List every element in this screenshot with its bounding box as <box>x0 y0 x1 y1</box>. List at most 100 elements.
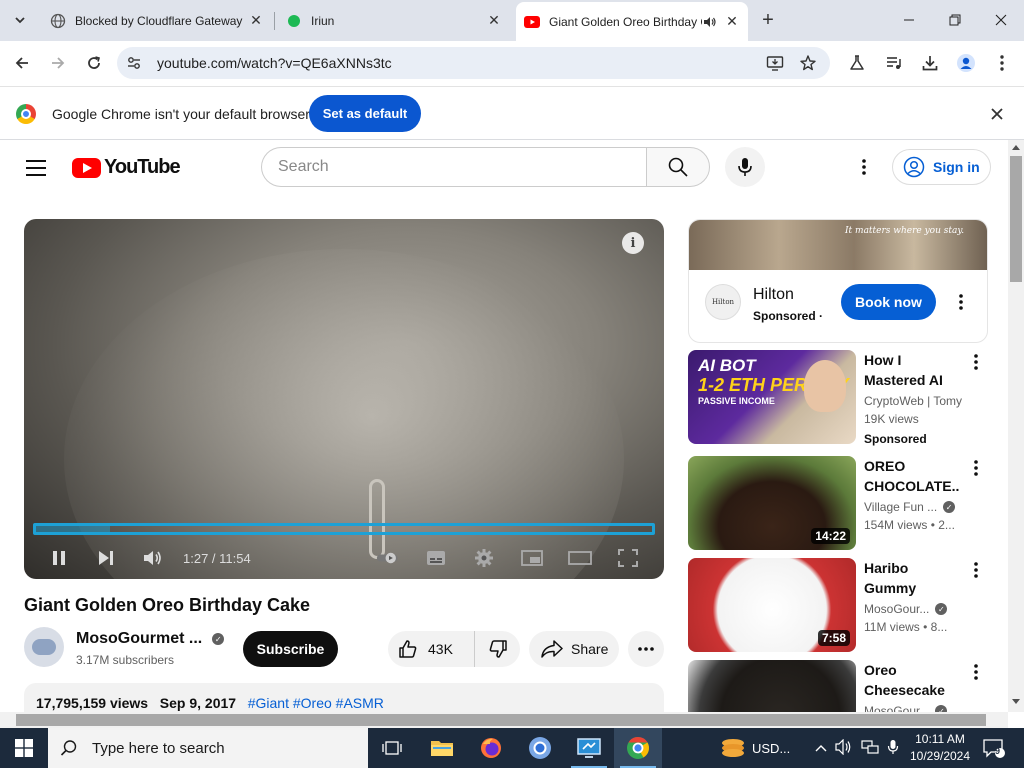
channel-text: CryptoWeb | Tomy <box>864 394 963 408</box>
recommendation-item[interactable]: 14:22 OREO CHOCOLATE... Village Fun ... ✓… <box>688 456 988 550</box>
fullscreen-button[interactable] <box>615 545 641 571</box>
labs-flask-icon[interactable] <box>843 49 871 77</box>
more-actions-button[interactable] <box>628 631 664 667</box>
recommendation-channel: MosoGour... ✓ <box>864 602 948 616</box>
tab-cloudflare[interactable]: Blocked by Cloudflare Gateway ✕ <box>44 4 272 37</box>
video-thumbnail[interactable]: 7:58 <box>688 558 856 652</box>
vertical-scrollbar[interactable] <box>1008 140 1024 712</box>
dislike-button[interactable] <box>474 631 520 667</box>
profile-avatar-icon[interactable] <box>952 49 980 77</box>
recommendation-item[interactable]: AI BOT 1-2 ETH PER DAY PASSIVE INCOME Ho… <box>688 350 988 446</box>
recommendation-menu-button[interactable] <box>968 352 984 372</box>
recommendation-menu-button[interactable] <box>968 458 984 478</box>
recommendation-title[interactable]: Haribo Gummy Imitation Fruit... <box>864 558 960 598</box>
forward-button[interactable] <box>44 49 72 77</box>
mute-button[interactable] <box>140 545 166 571</box>
firefox-button[interactable] <box>467 728 515 768</box>
subscribe-button[interactable]: Subscribe <box>243 631 338 667</box>
settings-button[interactable] <box>471 545 497 571</box>
tab-iriun[interactable]: Iriun ✕ <box>280 4 510 37</box>
video-thumbnail[interactable]: 14:22 <box>688 456 856 550</box>
close-tab-icon[interactable]: ✕ <box>724 13 740 30</box>
chevron-up-icon[interactable] <box>815 741 827 756</box>
address-bar[interactable]: youtube.com/watch?v=QE6aXNNs3tc <box>117 47 830 79</box>
subtitles-button[interactable] <box>423 545 449 571</box>
network-icon[interactable] <box>861 739 879 758</box>
recommendation-meta: 19K views <box>864 412 919 426</box>
channel-name[interactable]: MosoGourmet ... ✓ <box>76 630 225 648</box>
file-explorer-button[interactable] <box>418 728 466 768</box>
site-info-icon[interactable] <box>123 52 145 74</box>
reload-button[interactable] <box>80 49 108 77</box>
back-button[interactable] <box>8 49 36 77</box>
verified-check-icon: ✓ <box>935 705 948 712</box>
notification-center-button[interactable]: 9 <box>980 736 1008 760</box>
ad-menu-button[interactable] <box>949 290 973 314</box>
description-box[interactable]: 17,795,159 views Sep 9, 2017 #Giant #Ore… <box>24 683 664 712</box>
voice-search-button[interactable] <box>725 147 765 187</box>
search-input[interactable]: Search <box>261 147 647 187</box>
recommendation-menu-button[interactable] <box>968 662 984 682</box>
recommendation-menu-button[interactable] <box>968 560 984 580</box>
media-controls-icon[interactable] <box>880 49 908 77</box>
tab-youtube-active[interactable]: Giant Golden Oreo Birthday Cake ✕ <box>516 2 748 41</box>
downloads-icon[interactable] <box>916 49 944 77</box>
book-now-button[interactable]: Book now <box>841 284 936 320</box>
sponsored-ad-card[interactable]: It matters where you stay. Hilton Hilton… <box>688 219 988 343</box>
recommendation-item[interactable]: Oreo Cheesecake I... MosoGour... ✓ <box>688 660 988 712</box>
scrollbar-thumb[interactable] <box>1010 156 1022 282</box>
autoplay-toggle[interactable] <box>376 545 402 571</box>
close-tab-icon[interactable]: ✕ <box>486 12 502 29</box>
settings-menu-button[interactable] <box>852 155 876 179</box>
scrollbar-thumb[interactable] <box>16 714 986 726</box>
theater-mode-button[interactable] <box>567 545 593 571</box>
chrome-button[interactable] <box>614 728 662 768</box>
taskbar-clock[interactable]: 10:11 AM 10/29/2024 <box>904 731 976 765</box>
install-app-icon[interactable] <box>764 52 786 74</box>
pause-button[interactable] <box>46 545 72 571</box>
sign-in-button[interactable]: Sign in <box>892 149 991 185</box>
restore-button[interactable] <box>932 0 978 40</box>
chromium-button[interactable] <box>516 728 564 768</box>
next-button[interactable] <box>93 545 119 571</box>
audio-playing-icon[interactable] <box>702 14 718 30</box>
start-button[interactable] <box>0 728 48 768</box>
close-window-button[interactable] <box>978 0 1024 40</box>
recommendation-title[interactable]: OREO CHOCOLATE... <box>864 456 960 496</box>
set-as-default-button[interactable]: Set as default <box>309 95 421 132</box>
microphone-icon[interactable] <box>887 739 899 758</box>
horizontal-scrollbar[interactable] <box>0 712 1008 728</box>
bookmark-star-icon[interactable] <box>797 52 819 74</box>
video-thumbnail[interactable] <box>688 660 856 712</box>
recommendation-item[interactable]: 7:58 Haribo Gummy Imitation Fruit... Mos… <box>688 558 988 652</box>
ad-banner-image[interactable]: It matters where you stay. <box>689 220 987 270</box>
info-icon[interactable]: i <box>622 232 644 254</box>
scroll-up-arrow-icon[interactable] <box>1012 145 1020 150</box>
share-button[interactable]: Share <box>529 631 619 667</box>
video-player[interactable]: i 1:27 / 11:54 <box>24 219 664 579</box>
close-tab-icon[interactable]: ✕ <box>248 12 264 29</box>
remote-desktop-button[interactable] <box>565 728 613 768</box>
verified-check-icon: ✓ <box>943 501 956 513</box>
youtube-logo[interactable]: YouTube <box>72 156 181 179</box>
recommendation-title[interactable]: Oreo Cheesecake I... <box>864 660 960 700</box>
recommendation-title[interactable]: How I Mastered AI Trading: M... <box>864 350 960 390</box>
tab-search-button[interactable] <box>8 8 32 32</box>
close-infobar-button[interactable] <box>986 103 1008 125</box>
search-button[interactable] <box>646 147 710 187</box>
minimize-button[interactable] <box>886 0 932 40</box>
progress-bar[interactable] <box>33 523 655 535</box>
new-tab-button[interactable]: + <box>756 8 780 32</box>
video-thumbnail[interactable]: AI BOT 1-2 ETH PER DAY PASSIVE INCOME <box>688 350 856 444</box>
speaker-icon[interactable] <box>835 738 853 758</box>
miniplayer-button[interactable] <box>519 545 545 571</box>
weather-widget[interactable]: USD... <box>720 728 790 768</box>
guide-menu-button[interactable] <box>22 154 50 182</box>
taskbar-search-input[interactable]: Type here to search <box>48 728 368 768</box>
scroll-down-arrow-icon[interactable] <box>1012 699 1020 704</box>
hashtags[interactable]: #Giant #Oreo #ASMR <box>248 695 384 711</box>
browser-menu-icon[interactable] <box>988 49 1016 77</box>
like-button[interactable]: 43K <box>388 631 474 667</box>
task-view-button[interactable] <box>368 728 416 768</box>
channel-avatar[interactable] <box>24 627 64 667</box>
